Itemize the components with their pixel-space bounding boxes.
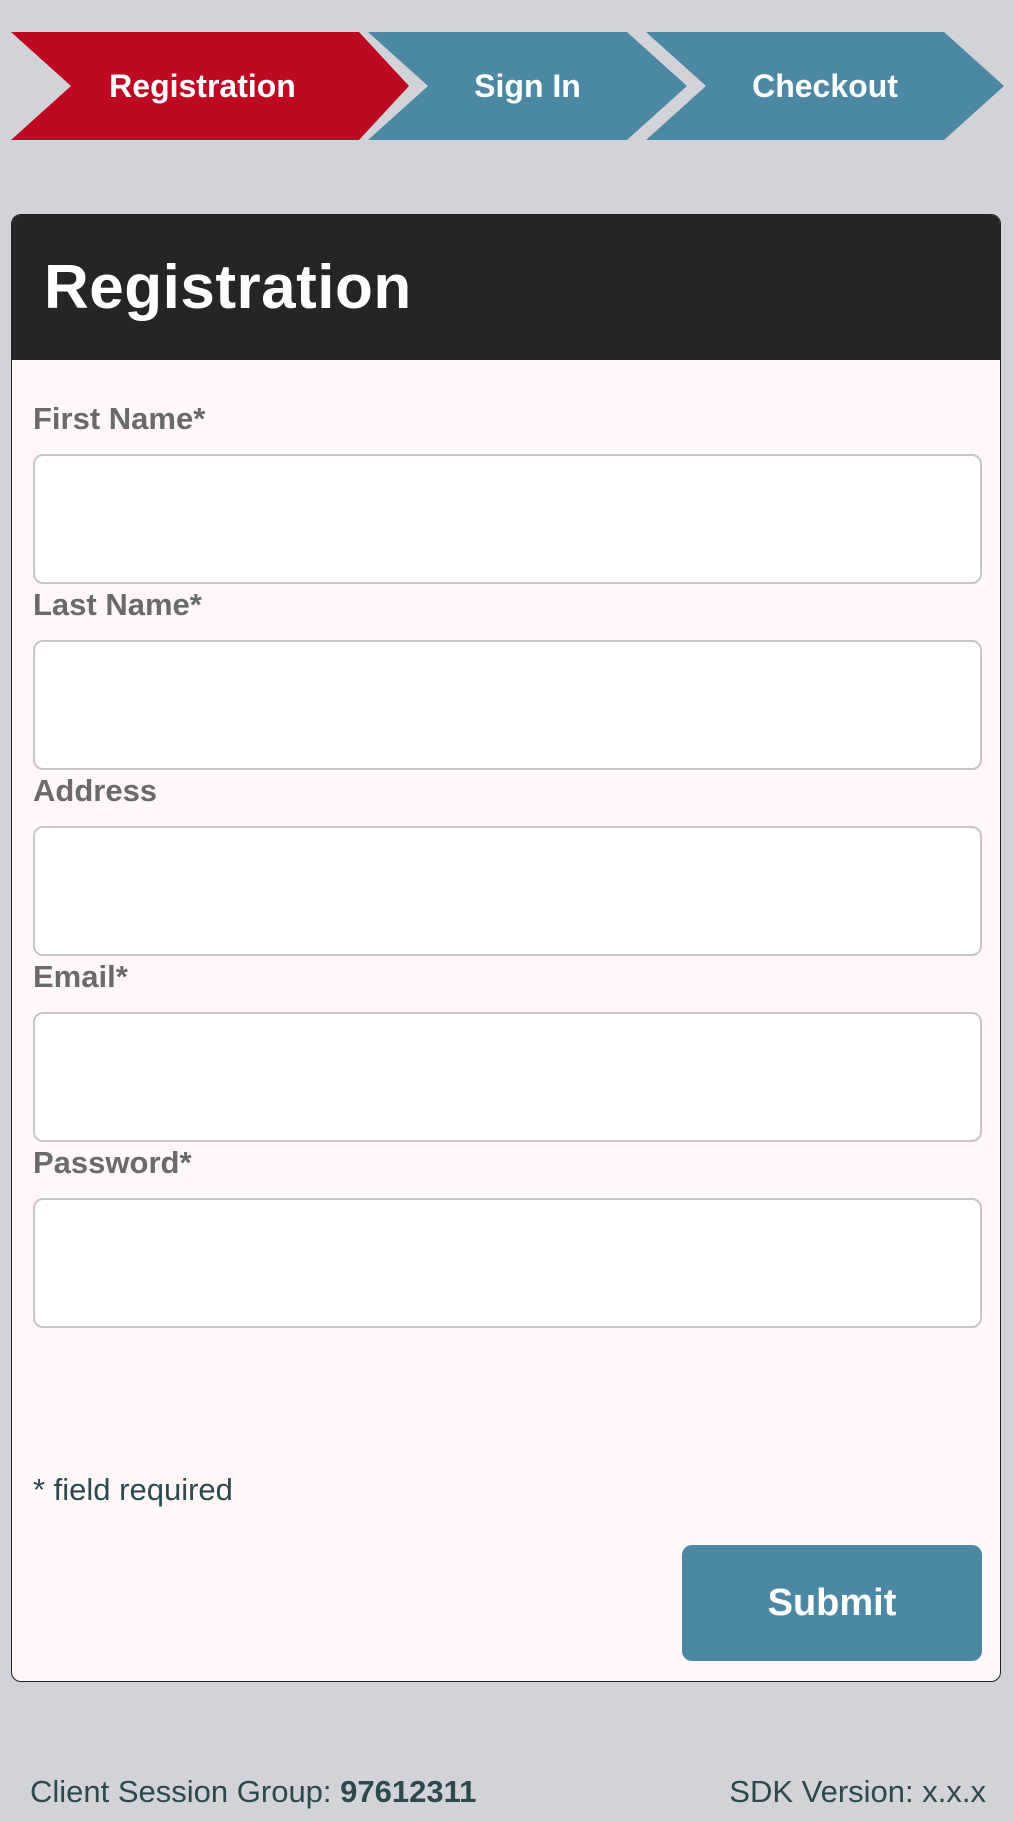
email-input[interactable] bbox=[33, 1012, 982, 1142]
address-label: Address bbox=[33, 773, 158, 808]
password-label: Password* bbox=[33, 1145, 192, 1180]
step-sign-in-label: Sign In bbox=[474, 67, 581, 104]
first-name-input[interactable] bbox=[33, 454, 982, 584]
session-label: Client Session Group: bbox=[30, 1774, 332, 1809]
sdk-version: SDK Version: x.x.x bbox=[729, 1774, 986, 1809]
password-input[interactable] bbox=[33, 1198, 982, 1328]
first-name-label: First Name* bbox=[33, 401, 206, 436]
progress-steps: Registration Sign In Checkout bbox=[0, 32, 1014, 140]
session-group-id: 97612311 bbox=[340, 1774, 477, 1809]
last-name-input[interactable] bbox=[33, 640, 982, 770]
required-note: * field required bbox=[33, 1472, 233, 1507]
step-registration[interactable]: Registration bbox=[11, 32, 409, 140]
step-checkout-label: Checkout bbox=[752, 67, 898, 104]
card-header: Registration bbox=[12, 215, 1000, 360]
submit-button[interactable]: Submit bbox=[682, 1545, 982, 1661]
address-input[interactable] bbox=[33, 826, 982, 956]
footer: Client Session Group: 97612311 SDK Versi… bbox=[30, 1770, 986, 1814]
last-name-group: Last Name* bbox=[33, 587, 982, 770]
address-group: Address bbox=[33, 773, 982, 956]
password-group: Password* bbox=[33, 1145, 982, 1328]
last-name-label: Last Name* bbox=[33, 587, 202, 622]
step-checkout[interactable]: Checkout bbox=[646, 32, 1004, 140]
step-registration-label: Registration bbox=[109, 67, 296, 104]
first-name-group: First Name* bbox=[33, 401, 982, 584]
session-info: Client Session Group: 97612311 bbox=[30, 1770, 476, 1814]
email-group: Email* bbox=[33, 959, 982, 1142]
registration-card: Registration First Name* Last Name* Addr… bbox=[11, 214, 1001, 1682]
page-title: Registration bbox=[44, 253, 412, 322]
step-sign-in[interactable]: Sign In bbox=[368, 32, 687, 140]
email-label: Email* bbox=[33, 959, 128, 994]
